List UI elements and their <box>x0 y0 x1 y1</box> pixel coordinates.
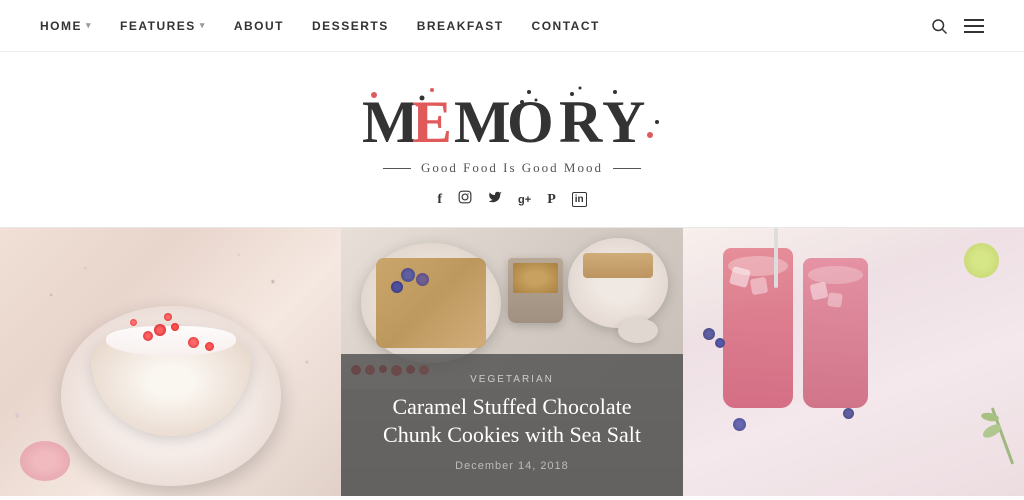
social-google-plus[interactable]: g+ <box>518 194 531 206</box>
tagline-line-left <box>383 168 411 169</box>
article-card: VEGETARIAN Caramel Stuffed Chocolate Chu… <box>341 354 682 496</box>
chevron-down-icon: ▾ <box>86 20 92 31</box>
cake-background <box>0 228 341 496</box>
drink-glass-2 <box>803 258 868 408</box>
nav-home[interactable]: HOME ▾ <box>40 19 92 33</box>
berry <box>188 337 199 348</box>
berry <box>154 324 166 336</box>
nav-links: HOME ▾ FEATURES ▾ ABOUT DESSERTS BREAKFA… <box>40 19 600 33</box>
site-logo: M E M O R Y <box>332 80 692 160</box>
tagline-line-right <box>613 168 641 169</box>
drink-glass-1 <box>723 248 793 408</box>
hamburger-button[interactable] <box>964 18 984 34</box>
grid-item-featured[interactable]: VEGETARIAN Caramel Stuffed Chocolate Chu… <box>341 228 682 496</box>
nav-about[interactable]: ABOUT <box>234 19 284 33</box>
nav-breakfast[interactable]: BREAKFAST <box>417 19 504 33</box>
article-category: VEGETARIAN <box>365 374 658 385</box>
svg-text:Y: Y <box>602 89 647 155</box>
plate-right <box>568 238 668 328</box>
nav-desserts[interactable]: DESSERTS <box>312 19 389 33</box>
spice-bowl <box>618 318 658 343</box>
social-linkedin[interactable]: in <box>572 192 587 207</box>
logo-svg: M E M O R Y <box>332 80 692 160</box>
nav-actions <box>930 17 984 35</box>
social-pinterest[interactable]: P <box>547 192 556 208</box>
article-title: Caramel Stuffed Chocolate Chunk Cookies … <box>365 393 658 450</box>
svg-text:E: E <box>412 89 454 155</box>
coffee-liquid <box>513 263 558 293</box>
social-links: f g+ P in <box>437 190 586 209</box>
search-icon <box>930 17 948 35</box>
featured-grid: VEGETARIAN Caramel Stuffed Chocolate Chu… <box>0 228 1024 496</box>
main-nav: HOME ▾ FEATURES ▾ ABOUT DESSERTS BREAKFA… <box>0 0 1024 52</box>
blueberry-decoration <box>715 338 725 348</box>
social-instagram[interactable] <box>458 190 472 209</box>
food-item <box>583 253 653 278</box>
berry <box>130 319 137 326</box>
rose-decoration <box>20 441 70 481</box>
nav-contact[interactable]: CONTACT <box>532 19 600 33</box>
social-twitter[interactable] <box>488 190 502 209</box>
blueberry-decoration <box>703 328 715 340</box>
chevron-down-icon: ▾ <box>200 20 206 31</box>
svg-text:M: M <box>454 89 513 155</box>
berry <box>164 313 172 321</box>
blueberry-decoration <box>843 408 854 419</box>
plate-left <box>361 243 501 363</box>
social-facebook[interactable]: f <box>437 192 442 208</box>
svg-text:R: R <box>559 89 604 155</box>
hero-section: M E M O R Y Good Food Is Good Mood <box>0 52 1024 227</box>
waffle <box>376 258 486 348</box>
svg-text:O: O <box>507 89 556 155</box>
nav-features[interactable]: FEATURES ▾ <box>120 19 206 33</box>
search-button[interactable] <box>930 17 948 35</box>
berry <box>171 323 179 331</box>
site-tagline: Good Food Is Good Mood <box>383 160 641 176</box>
hamburger-icon <box>964 18 984 34</box>
grid-item-drinks[interactable] <box>683 228 1024 496</box>
blueberry-decoration <box>733 418 746 431</box>
berry <box>205 342 214 351</box>
lime-slice <box>964 243 999 278</box>
article-date: December 14, 2018 <box>365 460 658 472</box>
icing <box>106 326 236 356</box>
drinks-background <box>683 228 1024 496</box>
coffee-cup <box>508 258 563 323</box>
grid-item-cake[interactable] <box>0 228 341 496</box>
